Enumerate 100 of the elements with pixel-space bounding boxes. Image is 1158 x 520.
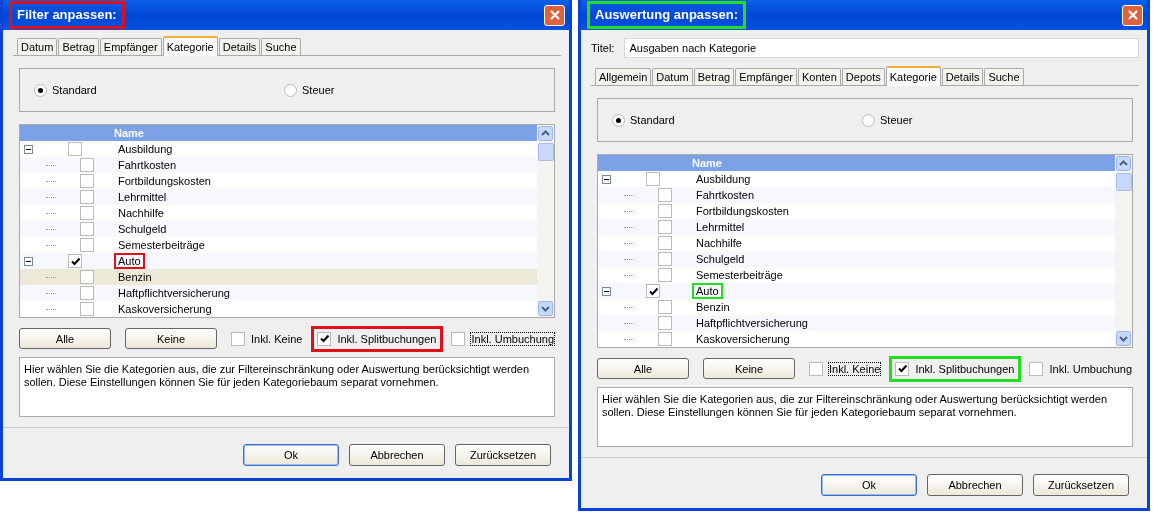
- checkbox[interactable]: [80, 222, 94, 236]
- tab[interactable]: Kategorie: [162, 36, 218, 56]
- option-checkbox[interactable]: Inkl. Keine: [225, 325, 310, 352]
- select-button[interactable]: Alle: [597, 358, 689, 379]
- category-label: Semesterbeiträge: [117, 238, 206, 253]
- tree-row[interactable]: Schulgeld: [598, 251, 1115, 267]
- checkbox[interactable]: [80, 302, 94, 316]
- tree-row[interactable]: Auto: [20, 253, 537, 269]
- scrollbar[interactable]: [1115, 155, 1132, 347]
- category-label: Benzin: [117, 270, 153, 285]
- checkbox[interactable]: [231, 331, 245, 346]
- dialog-button[interactable]: Abbrechen: [349, 444, 445, 466]
- radio-button[interactable]: Steuer: [284, 83, 534, 97]
- scroll-down-icon[interactable]: [1116, 331, 1131, 346]
- scroll-down-icon[interactable]: [538, 301, 553, 316]
- tree-row[interactable]: Auto: [598, 283, 1115, 299]
- checkbox[interactable]: [895, 361, 910, 376]
- tab[interactable]: Datum: [652, 68, 693, 85]
- dialog-button[interactable]: Zurücksetzen: [455, 444, 551, 466]
- checkbox[interactable]: [1029, 361, 1044, 376]
- collapse-icon[interactable]: [24, 144, 33, 154]
- checkbox[interactable]: [80, 206, 94, 220]
- checkbox[interactable]: [451, 331, 466, 346]
- tab[interactable]: Betrag: [693, 68, 735, 85]
- checkbox[interactable]: [80, 286, 94, 300]
- collapse-icon[interactable]: [602, 286, 611, 296]
- dialog-button[interactable]: Zurücksetzen: [1033, 474, 1129, 496]
- category-label: Fahrtkosten: [117, 158, 178, 173]
- close-button[interactable]: [544, 4, 565, 26]
- tab[interactable]: Suche: [984, 68, 1024, 85]
- tree-row[interactable]: Haftpflichtversicherung: [20, 285, 537, 301]
- tree-row[interactable]: Fahrtkosten: [20, 157, 537, 173]
- tab[interactable]: Allgemein: [595, 68, 652, 85]
- checkbox[interactable]: [80, 174, 94, 188]
- tree-row[interactable]: Haftpflichtversicherung: [598, 315, 1115, 331]
- radio-button[interactable]: Standard: [612, 113, 862, 127]
- tab[interactable]: Suche: [261, 38, 301, 55]
- tab[interactable]: Empfänger: [99, 38, 162, 55]
- checkbox[interactable]: [658, 252, 672, 266]
- tab[interactable]: Kategorie: [885, 66, 941, 86]
- radio-button[interactable]: Steuer: [862, 113, 1112, 127]
- title-field[interactable]: Ausgaben nach Kategorie: [624, 38, 1139, 58]
- field-label: Titel:: [591, 42, 615, 54]
- checkbox[interactable]: [80, 270, 94, 284]
- tab[interactable]: Details: [941, 68, 984, 85]
- checkbox[interactable]: [658, 204, 672, 218]
- dialog-button[interactable]: Ok: [243, 444, 339, 466]
- tree-row[interactable]: Lehrmittel: [598, 219, 1115, 235]
- checkbox[interactable]: [658, 188, 672, 202]
- option-checkbox[interactable]: Inkl. Splitbuchungen: [311, 325, 444, 352]
- close-icon: [548, 9, 561, 21]
- radio-label: Steuer: [302, 84, 335, 96]
- checkbox[interactable]: [658, 268, 672, 282]
- checkbox[interactable]: [68, 142, 82, 156]
- select-button[interactable]: Keine: [703, 358, 795, 379]
- dialog-button[interactable]: Abbrechen: [927, 474, 1023, 496]
- checkbox[interactable]: [658, 316, 672, 330]
- checkbox[interactable]: [658, 236, 672, 250]
- scroll-thumb[interactable]: [537, 143, 554, 161]
- tab[interactable]: Empfänger: [735, 68, 797, 85]
- checkbox[interactable]: [646, 284, 660, 298]
- option-checkbox[interactable]: Inkl. Keine: [803, 355, 888, 382]
- scroll-up-icon[interactable]: [538, 126, 553, 141]
- option-checkbox[interactable]: Inkl. Umbuchung: [1023, 355, 1139, 382]
- collapse-icon[interactable]: [602, 174, 611, 184]
- dialog-button[interactable]: Ok: [821, 474, 917, 496]
- checkbox[interactable]: [80, 190, 94, 204]
- tab[interactable]: Depots: [841, 68, 885, 85]
- help-text: Hier wählen Sie die Kategorien aus, die zur Filtereinschränkung oder Auswertung berücksichtigt werden sollen. Diese Einstellungen können Sie für jeden Kategoriebaum separat vornehmen.: [19, 357, 555, 417]
- checkbox[interactable]: [809, 361, 823, 376]
- radio-button[interactable]: Standard: [34, 83, 284, 97]
- scroll-up-icon[interactable]: [1116, 156, 1131, 171]
- tree-row[interactable]: Lehrmittel: [20, 189, 537, 205]
- checkbox[interactable]: [317, 331, 332, 346]
- checkbox[interactable]: [658, 220, 672, 234]
- checkbox[interactable]: [80, 158, 94, 172]
- checkbox[interactable]: [68, 254, 82, 268]
- tab[interactable]: Datum: [17, 38, 58, 55]
- category-label: Kaskoversicherung: [117, 302, 213, 317]
- option-checkbox[interactable]: Inkl. Splitbuchungen: [889, 355, 1022, 382]
- checkbox[interactable]: [80, 238, 94, 252]
- tab[interactable]: Betrag: [58, 38, 99, 55]
- scrollbar[interactable]: [537, 125, 554, 317]
- collapse-icon[interactable]: [24, 256, 33, 266]
- checkbox[interactable]: [658, 332, 672, 346]
- scroll-thumb[interactable]: [1115, 173, 1132, 191]
- category-label: Nachhilfe: [117, 206, 165, 221]
- tree-row[interactable]: Fahrtkosten: [598, 187, 1115, 203]
- tree-row[interactable]: Schulgeld: [20, 221, 537, 237]
- tab[interactable]: Details: [218, 38, 261, 55]
- select-button[interactable]: Alle: [19, 328, 111, 349]
- checkbox[interactable]: [658, 300, 672, 314]
- checkbox[interactable]: [646, 172, 660, 186]
- radio-label: Standard: [630, 114, 675, 126]
- window-title: Auswertung anpassen:: [587, 1, 747, 29]
- tree-row[interactable]: Benzin: [20, 269, 537, 285]
- tab[interactable]: Konten: [797, 68, 841, 85]
- select-button[interactable]: Keine: [125, 328, 217, 349]
- option-checkbox[interactable]: Inkl. Umbuchung: [445, 325, 561, 352]
- close-button[interactable]: [1122, 4, 1143, 26]
